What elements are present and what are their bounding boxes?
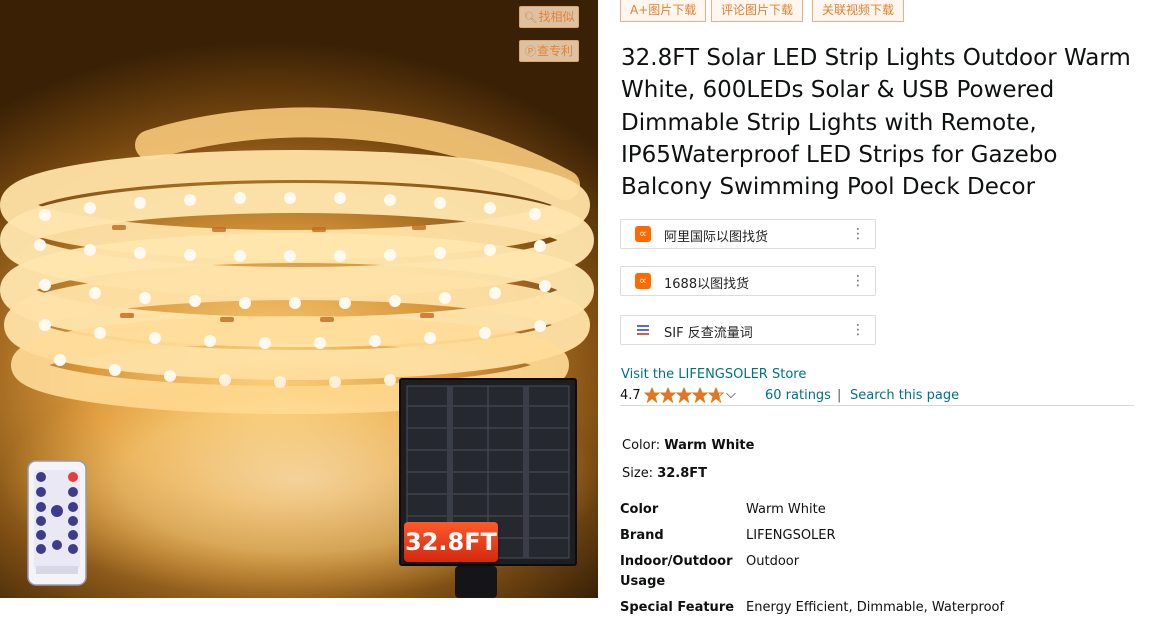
related-video-download-button[interactable]: 关联视频下载 [812,0,905,22]
spec-value: LIFENGSOLER [746,528,836,543]
ratings-count-link[interactable]: 60 ratings [765,388,831,403]
star-rating-icon[interactable] [643,386,725,407]
sif-keyword-card[interactable]: SIF 反查流量词 ⋮ [620,315,876,345]
chevron-down-icon[interactable]: ⌵ [726,387,736,402]
divider [620,405,1134,406]
alibaba-icon: ∝ [635,226,651,242]
product-image[interactable]: 32.8FT 🔍︎找相似 Ⓟ查专利 [0,0,598,598]
check-patent-label: 查专利 [536,44,573,58]
check-patent-button[interactable]: Ⓟ查专利 [519,40,579,62]
size-variation: Size: 32.8FT [622,466,707,481]
rating-value: 4.7 [620,388,641,403]
rating-separator: | [837,388,842,403]
more-options-icon[interactable]: ⋮ [851,320,865,340]
find-similar-label: 找相似 [538,10,575,24]
spec-value: Energy Efficient, Dimmable, Waterproof [746,600,1005,615]
size-value: 32.8FT [657,466,708,481]
plugin-label: 阿里国际以图找货 [664,230,769,245]
color-label: Color: [622,438,661,453]
size-badge: 32.8FT [404,522,498,562]
spec-value: Outdoor [746,554,800,569]
alibaba-image-search-card[interactable]: ∝ 阿里国际以图找货 ⋮ [620,219,876,249]
color-variation: Color: Warm White [622,438,754,453]
patent-icon: Ⓟ [524,45,536,58]
store-link[interactable]: Visit the LIFENGSOLER Store [621,367,806,382]
find-similar-button[interactable]: 🔍︎找相似 [519,6,579,28]
sif-icon [635,322,651,338]
size-label: Size: [622,466,654,481]
spec-key: Color [620,502,659,517]
review-image-download-button[interactable]: 评论图片下载 [711,0,804,22]
spec-key: Indoor/Outdoor Usage [620,554,733,589]
spec-value: Warm White [746,502,826,517]
color-value: Warm White [664,438,755,453]
aplus-image-download-button[interactable]: A+图片下载 [620,0,707,22]
more-options-icon[interactable]: ⋮ [851,224,865,244]
spec-key: Brand [620,528,664,543]
1688-image-search-card[interactable]: ∝ 1688以图找货 ⋮ [620,266,876,296]
plugin-label: SIF 反查流量词 [664,326,753,341]
remote-control-illustration [27,460,87,586]
search-icon: 🔍︎ [523,11,538,24]
spec-key: Special Feature [620,600,735,615]
more-options-icon[interactable]: ⋮ [851,271,865,291]
product-title: 32.8FT Solar LED Strip Lights Outdoor Wa… [621,45,1131,201]
plugin-label: 1688以图找货 [664,277,750,292]
search-this-page-link[interactable]: Search this page [850,388,959,403]
1688-icon: ∝ [635,273,651,289]
